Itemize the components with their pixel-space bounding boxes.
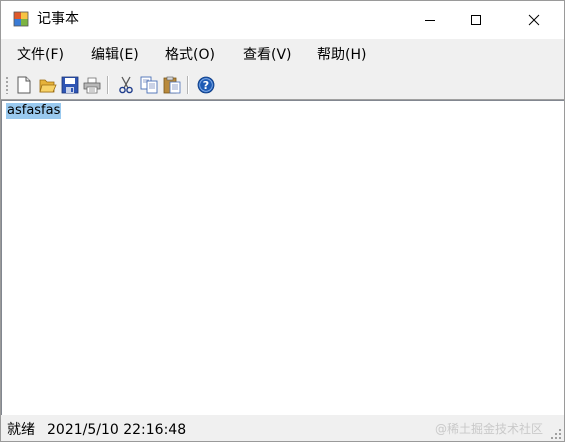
minimize-button[interactable] xyxy=(407,1,453,39)
status-bar: 就绪 2021/5/10 22:16:48 @稀土掘金技术社区 xyxy=(1,415,564,441)
save-icon xyxy=(61,76,79,94)
close-button[interactable] xyxy=(511,1,557,39)
open-folder-icon xyxy=(39,79,57,93)
toolbar-separator xyxy=(107,76,109,94)
svg-text:?: ? xyxy=(203,79,209,92)
minimize-icon xyxy=(425,20,435,21)
open-file-button[interactable] xyxy=(39,76,57,94)
help-icon: ? xyxy=(197,76,215,94)
toolbar-separator xyxy=(187,76,189,94)
menu-help[interactable]: 帮助(H) xyxy=(317,46,366,64)
new-file-icon xyxy=(17,76,31,94)
help-button[interactable]: ? xyxy=(197,76,215,94)
print-icon xyxy=(83,77,101,94)
maximize-icon xyxy=(471,15,481,25)
notepad-window: 记事本 文件(F) 编辑(E) 格式(O) 查看(V) 帮助(H) ? asfa… xyxy=(0,0,565,442)
notepad-app-icon[interactable] xyxy=(13,11,29,27)
toolbar-grip[interactable] xyxy=(6,76,8,94)
text-editor[interactable]: asfasfas xyxy=(1,100,564,415)
menu-bar: 文件(F) 编辑(E) 格式(O) 查看(V) 帮助(H) xyxy=(1,39,564,71)
title-bar[interactable]: 记事本 xyxy=(1,1,564,39)
paste-icon xyxy=(163,76,181,94)
window-title: 记事本 xyxy=(37,11,79,27)
menu-edit[interactable]: 编辑(E) xyxy=(91,46,139,64)
cut-button[interactable] xyxy=(117,76,135,94)
menu-format[interactable]: 格式(O) xyxy=(165,46,215,64)
close-icon xyxy=(528,14,540,26)
toolbar: ? xyxy=(1,71,564,100)
cut-icon xyxy=(119,76,133,94)
watermark: @稀土掘金技术社区 xyxy=(435,422,544,436)
new-file-button[interactable] xyxy=(15,76,33,94)
copy-icon xyxy=(140,76,158,94)
maximize-button[interactable] xyxy=(453,1,499,39)
status-ready: 就绪 xyxy=(7,422,35,438)
copy-button[interactable] xyxy=(140,76,158,94)
print-button[interactable] xyxy=(83,76,101,94)
paste-button[interactable] xyxy=(163,76,181,94)
menu-file[interactable]: 文件(F) xyxy=(17,46,64,64)
menu-view[interactable]: 查看(V) xyxy=(243,46,292,64)
editor-selected-text[interactable]: asfasfas xyxy=(6,103,62,119)
save-button[interactable] xyxy=(61,76,79,94)
resize-grip-icon[interactable] xyxy=(550,428,562,440)
status-datetime: 2021/5/10 22:16:48 xyxy=(47,422,187,438)
